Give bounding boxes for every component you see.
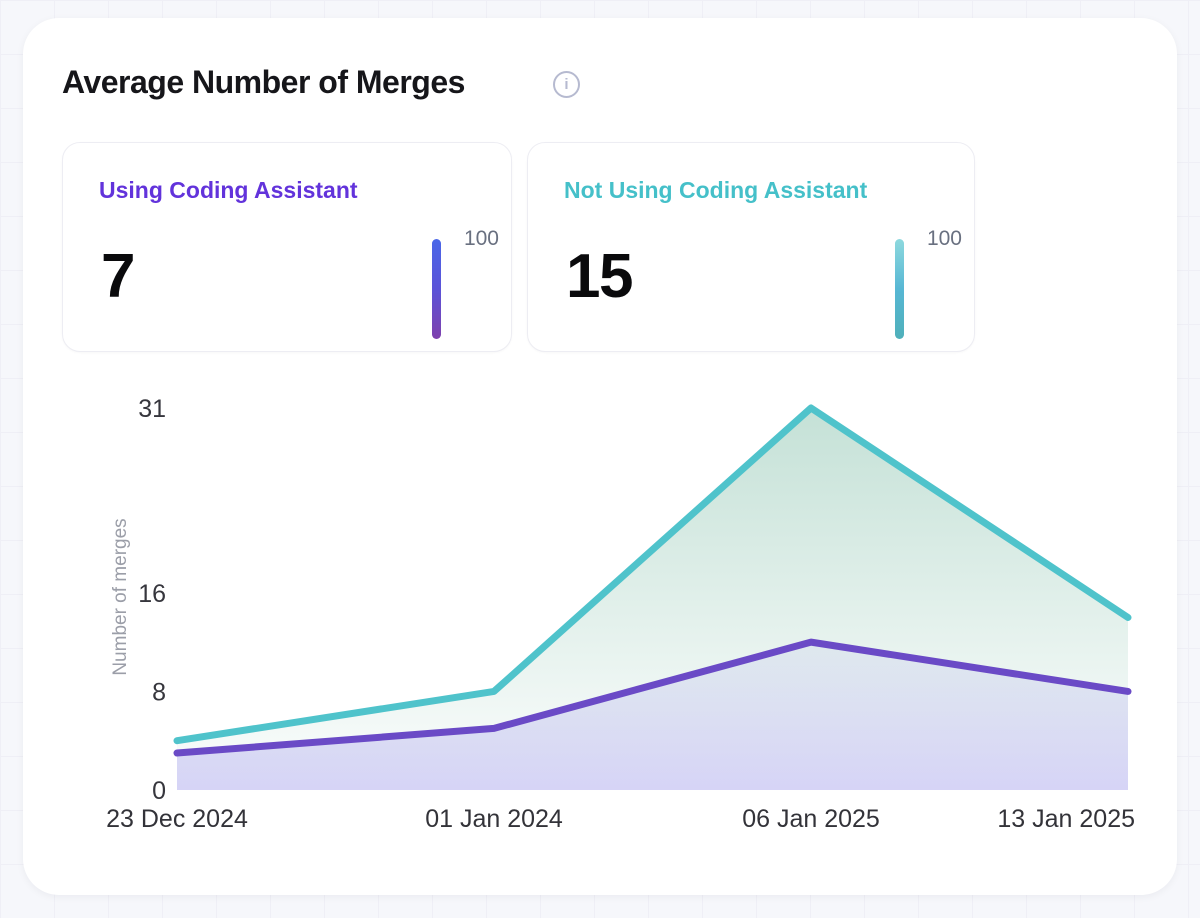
stat-label: Using Coding Assistant (99, 177, 358, 204)
page-title: Average Number of Merges (62, 64, 465, 101)
merges-area-chart: 0 8 16 31 23 Dec 2024 01 Jan 2024 06 Jan 2025 1… (0, 378, 1200, 878)
y-tick-label: 0 (152, 777, 166, 805)
x-tick-label: 01 Jan 2024 (425, 805, 563, 833)
info-icon-glyph: i (564, 77, 568, 92)
stat-scale-max: 100 (464, 227, 499, 251)
x-tick-label: 23 Dec 2024 (106, 805, 248, 833)
x-tick-label: 13 Jan 2025 (997, 805, 1135, 833)
stat-card-not-using-assistant: Not Using Coding Assistant 15 100 (527, 142, 975, 352)
stat-card-using-assistant: Using Coding Assistant 7 100 (62, 142, 512, 352)
stat-value: 7 (101, 241, 134, 312)
stat-scale-max: 100 (927, 227, 962, 251)
stat-scale-bar (895, 239, 904, 339)
y-tick-label: 31 (138, 395, 166, 423)
x-tick-label: 06 Jan 2025 (742, 805, 880, 833)
y-tick-label: 16 (138, 580, 166, 608)
stat-value: 15 (566, 241, 632, 312)
y-axis-label: Number of merges (110, 518, 131, 675)
stat-scale-bar (432, 239, 441, 339)
y-tick-label: 8 (152, 678, 166, 706)
stat-label: Not Using Coding Assistant (564, 177, 867, 204)
info-icon[interactable]: i (553, 71, 580, 98)
